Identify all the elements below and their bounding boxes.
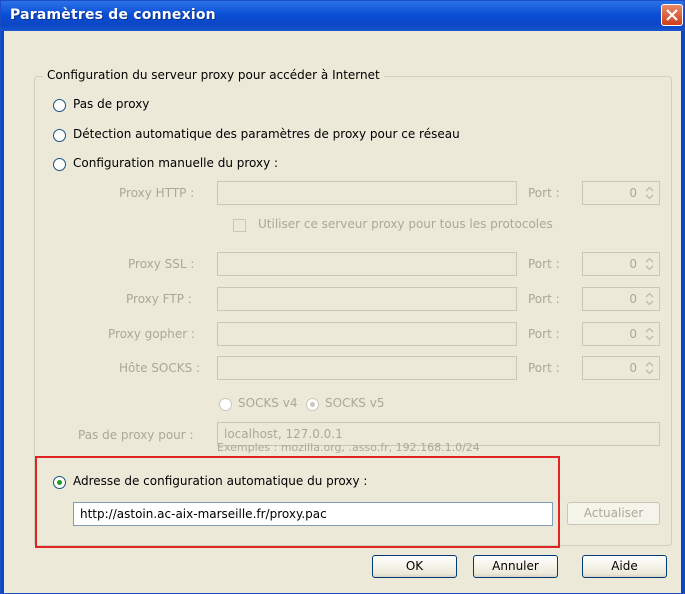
highlight-box <box>35 456 560 548</box>
no-proxy-example: Exemples : mozilla.org, .asso.fr, 192.16… <box>217 441 480 454</box>
ssl-port-label: Port : <box>528 257 560 271</box>
dialog-title: Paramètres de connexion <box>10 7 216 23</box>
ok-button[interactable]: OK <box>372 555 457 578</box>
radio-auto-detect[interactable] <box>53 129 66 142</box>
socks-host-field[interactable] <box>217 356 517 380</box>
spin-arrows-icon <box>645 361 654 375</box>
ssl-port-stepper[interactable]: 0 <box>582 252 660 276</box>
gopher-port-stepper[interactable]: 0 <box>582 322 660 346</box>
http-port-stepper[interactable]: 0 <box>582 181 660 205</box>
auto-detect-label[interactable]: Détection automatique des paramètres de … <box>73 127 460 141</box>
spin-arrows-icon <box>645 257 654 271</box>
radio-manual-proxy[interactable] <box>53 158 66 171</box>
use-for-all-label: Utiliser ce serveur proxy pour tous les … <box>258 217 553 231</box>
help-button[interactable]: Aide <box>582 555 667 578</box>
use-for-all-checkbox[interactable] <box>233 219 246 232</box>
socks-v5-label: SOCKS v5 <box>325 396 385 410</box>
no-proxy-label[interactable]: Pas de proxy <box>73 97 149 111</box>
gopher-port-label: Port : <box>528 327 560 341</box>
http-proxy-label: Proxy HTTP : <box>119 186 195 200</box>
no-proxy-for-label: Pas de proxy pour : <box>78 428 194 442</box>
connection-settings-dialog: Paramètres de connexion Configuration du… <box>0 0 685 594</box>
http-proxy-field[interactable] <box>217 181 517 205</box>
radio-no-proxy[interactable] <box>53 99 66 112</box>
ftp-proxy-label: Proxy FTP : <box>126 292 192 306</box>
socks-port-stepper[interactable]: 0 <box>582 356 660 380</box>
title-bar[interactable]: Paramètres de connexion <box>1 1 684 31</box>
close-button[interactable] <box>661 4 683 26</box>
group-legend: Configuration du serveur proxy pour accé… <box>43 68 384 82</box>
ftp-port-stepper[interactable]: 0 <box>582 287 660 311</box>
ssl-proxy-label: Proxy SSL : <box>128 257 195 271</box>
ssl-proxy-field[interactable] <box>217 252 517 276</box>
cancel-button[interactable]: Annuler <box>473 555 558 578</box>
ftp-proxy-field[interactable] <box>217 287 517 311</box>
http-port-label: Port : <box>528 186 560 200</box>
spin-arrows-icon <box>645 292 654 306</box>
socks-port-label: Port : <box>528 361 560 375</box>
ftp-port-label: Port : <box>528 292 560 306</box>
gopher-proxy-field[interactable] <box>217 322 517 346</box>
socks-host-label: Hôte SOCKS : <box>119 361 201 375</box>
gopher-proxy-label: Proxy gopher : <box>108 327 196 341</box>
radio-socks-v5[interactable] <box>306 398 319 411</box>
radio-socks-v4[interactable] <box>219 398 232 411</box>
manual-proxy-label[interactable]: Configuration manuelle du proxy : <box>73 156 278 170</box>
spin-arrows-icon <box>645 327 654 341</box>
reload-button[interactable]: Actualiser <box>567 502 660 525</box>
close-icon <box>666 9 678 21</box>
socks-v4-label: SOCKS v4 <box>238 396 298 410</box>
spin-arrows-icon <box>645 186 654 200</box>
